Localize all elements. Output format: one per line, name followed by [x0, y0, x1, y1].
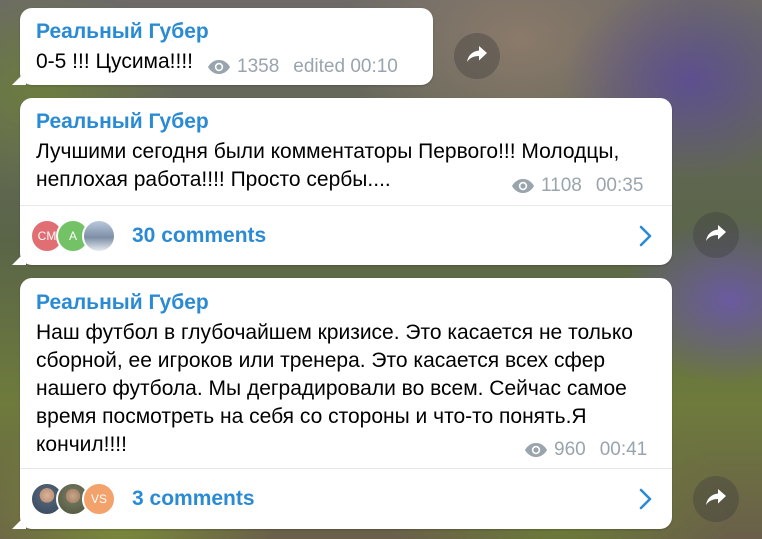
share-icon — [705, 488, 727, 511]
commenter-avatars: CM A — [30, 218, 116, 253]
message-bubble-3: Реальный Губер Наш футбол в глубочайшем … — [12, 278, 672, 529]
share-icon — [466, 45, 488, 68]
message-bubble-1: Реальный Губер 0-5 !!! Цусима!!!! 1358 e… — [12, 8, 433, 85]
message-time: 00:41 — [599, 439, 648, 460]
views-count: 1108 — [541, 175, 582, 196]
comments-count-label[interactable]: 3 comments — [132, 487, 255, 511]
message-time: edited 00:10 — [293, 56, 398, 77]
message-bubble-2: Реальный Губер Лучшими сегодня были комм… — [12, 98, 672, 265]
chevron-right-icon[interactable] — [638, 488, 652, 510]
eye-icon — [207, 59, 231, 75]
message-text-line: сборной, ее игроков или тренера. Это кас… — [36, 349, 606, 372]
eye-icon — [511, 178, 535, 194]
message-time: 00:35 — [595, 175, 644, 196]
comments-row[interactable]: VS 3 comments — [20, 469, 672, 529]
avatar — [82, 218, 116, 253]
message-text-line: нашего футбола. Мы деградировали во всем… — [36, 377, 627, 400]
message-text-line: время посмотреть на себя со стороны и чт… — [36, 405, 587, 428]
eye-icon — [524, 442, 548, 458]
message-meta: 1108 00:35 — [511, 175, 643, 197]
comments-row[interactable]: CM A 30 comments — [20, 206, 672, 265]
views-count: 1358 — [237, 56, 280, 77]
share-button-2[interactable] — [693, 212, 739, 258]
share-button-1[interactable] — [454, 33, 500, 79]
bubble-tail — [12, 71, 26, 85]
commenter-avatars: VS — [30, 482, 116, 516]
message-meta: 960 00:41 — [524, 439, 647, 461]
message-text: Наш футбол в глубочайшем кризисе. Это ка… — [36, 319, 633, 459]
message-text-line: Лучшими сегодня были комментаторы Первог… — [36, 140, 620, 163]
views-count: 960 — [554, 439, 586, 460]
message-text: 0-5 !!! Цусима!!!! — [36, 50, 194, 73]
message-author[interactable]: Реальный Губер — [36, 20, 209, 44]
message-author[interactable]: Реальный Губер — [36, 291, 209, 315]
message-meta: 1358 edited 00:10 — [207, 56, 398, 78]
comments-count-label[interactable]: 30 comments — [132, 224, 266, 248]
avatar: VS — [82, 482, 116, 516]
share-button-3[interactable] — [693, 476, 739, 522]
message-text-line: Наш футбол в глубочайшем кризисе. Это ка… — [36, 321, 633, 344]
share-icon — [705, 224, 727, 247]
message-author[interactable]: Реальный Губер — [36, 110, 209, 134]
chevron-right-icon[interactable] — [638, 225, 652, 247]
